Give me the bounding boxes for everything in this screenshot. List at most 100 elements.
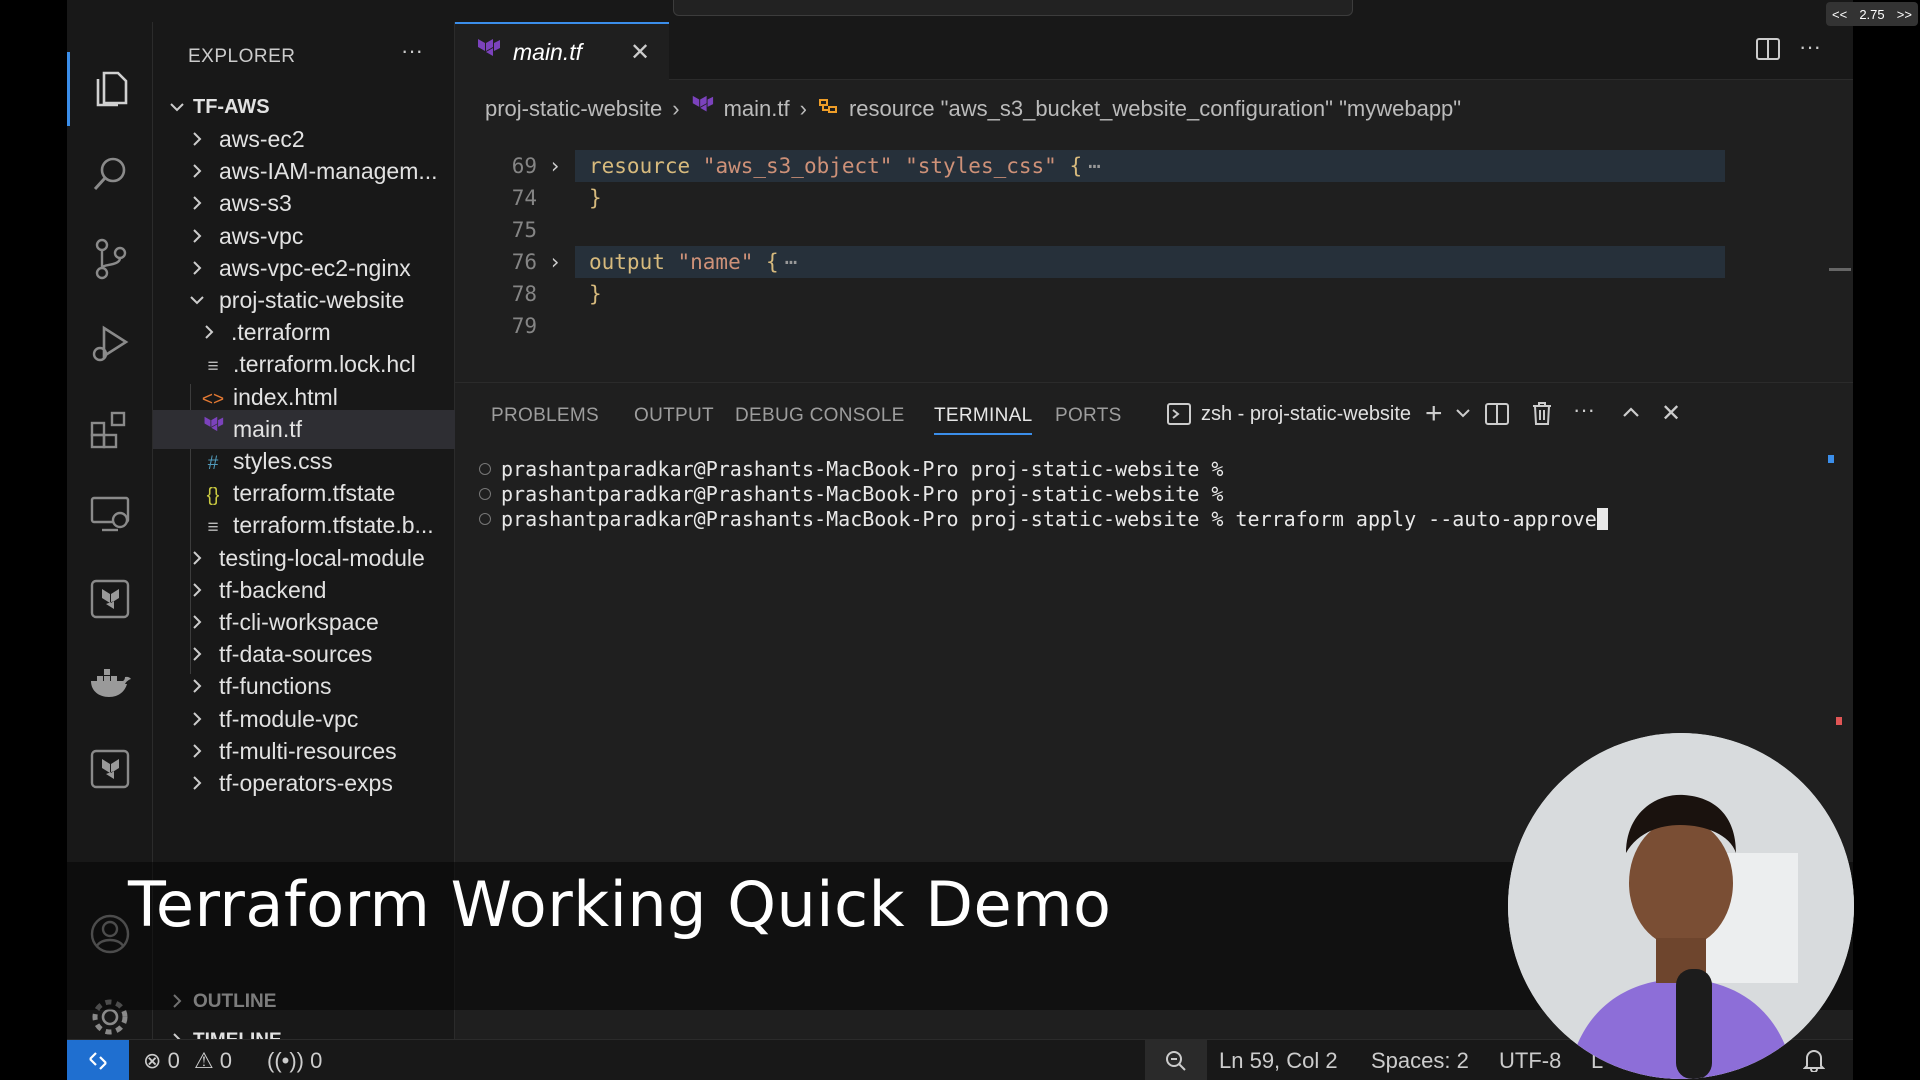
fold-chevron-icon[interactable]: › bbox=[537, 250, 573, 274]
source-control-icon[interactable] bbox=[67, 222, 153, 296]
explorer-icon[interactable] bbox=[67, 52, 153, 126]
command-decoration-icon bbox=[479, 488, 491, 500]
explorer-more-icon[interactable]: ··· bbox=[401, 38, 423, 64]
indentation[interactable]: Spaces: 2 bbox=[1371, 1048, 1469, 1074]
lines-file-icon: ≡ bbox=[207, 356, 219, 378]
chevron-down-icon bbox=[189, 287, 205, 314]
trash-icon[interactable] bbox=[1530, 400, 1554, 431]
tree-item-label: aws-IAM-managem... bbox=[219, 158, 438, 185]
tree-item-label: styles.css bbox=[233, 448, 333, 474]
problems-status[interactable]: ⊗ 0 ⚠ 0 bbox=[143, 1048, 232, 1074]
scroll-marker bbox=[1836, 717, 1842, 725]
tree-item-label: tf-operators-exps bbox=[219, 770, 393, 796]
ports-status[interactable]: ((•)) 0 bbox=[267, 1048, 322, 1074]
terminal-line[interactable]: prashantparadkar@Prashants-MacBook-Pro p… bbox=[479, 507, 1608, 531]
tree-item-label: testing-local-module bbox=[219, 544, 425, 571]
warning-icon: ⚠ bbox=[193, 1048, 214, 1073]
close-icon[interactable]: ✕ bbox=[630, 38, 650, 67]
split-editor-icon[interactable] bbox=[1755, 36, 1781, 67]
code-line[interactable]: 75 bbox=[455, 214, 1853, 246]
tab-ports[interactable]: PORTS bbox=[1055, 405, 1122, 427]
code-brace: { bbox=[766, 250, 779, 274]
chevron-right-icon bbox=[189, 706, 205, 733]
breadcrumb-symbol[interactable]: resource "aws_s3_bucket_website_configur… bbox=[849, 96, 1461, 122]
extensions-icon[interactable] bbox=[67, 392, 153, 466]
chevron-right-icon bbox=[189, 158, 205, 185]
encoding[interactable]: UTF-8 bbox=[1499, 1048, 1561, 1074]
line-number: 74 bbox=[511, 186, 537, 210]
editor-tab-bar: main.tf ✕ ··· bbox=[455, 22, 1853, 80]
run-debug-icon[interactable] bbox=[67, 307, 153, 381]
search-icon[interactable] bbox=[67, 137, 153, 211]
code-line[interactable]: 76 › output "name" {⋯ bbox=[455, 246, 1853, 278]
panel-more-icon[interactable]: ··· bbox=[1573, 397, 1595, 423]
tree-item-label: .terraform.lock.hcl bbox=[233, 351, 416, 378]
scroll-marker bbox=[1828, 455, 1834, 463]
chevron-up-icon[interactable] bbox=[1621, 403, 1641, 428]
terraform-file-icon bbox=[201, 415, 233, 443]
tab-problems[interactable]: PROBLEMS bbox=[491, 405, 599, 427]
tree-item-label: proj-static-website bbox=[219, 287, 405, 313]
terminal-line: prashantparadkar@Prashants-MacBook-Pro p… bbox=[479, 482, 1223, 506]
playback-speed-control[interactable]: << 2.75 >> bbox=[1826, 2, 1918, 26]
speed-down-button[interactable]: << bbox=[1832, 7, 1847, 22]
title-bar bbox=[67, 0, 1853, 22]
lines-file-icon: ≡ bbox=[207, 517, 219, 539]
zoom-icon[interactable] bbox=[1145, 1040, 1207, 1080]
code-text: "name" bbox=[664, 250, 767, 274]
tree-item-label: tf-multi-resources bbox=[219, 737, 397, 764]
terraform-icon[interactable] bbox=[67, 732, 153, 806]
terraform-cloud-icon[interactable] bbox=[67, 562, 153, 636]
editor-group: main.tf ✕ ··· proj-static-website › main… bbox=[455, 22, 1853, 382]
fold-chevron-icon[interactable]: › bbox=[537, 154, 573, 178]
chevron-right-icon bbox=[189, 738, 205, 765]
code-line[interactable]: 78} bbox=[455, 278, 1853, 310]
tree-item-label: tf-functions bbox=[219, 673, 332, 700]
split-terminal-icon[interactable] bbox=[1484, 401, 1510, 432]
chevron-down-icon[interactable] bbox=[1455, 405, 1471, 426]
speed-value: 2.75 bbox=[1859, 6, 1885, 22]
tree-item-label: aws-vpc-ec2-nginx bbox=[219, 254, 411, 281]
chevron-right-icon bbox=[189, 126, 205, 153]
chevron-right-icon bbox=[189, 190, 205, 217]
tree-folder[interactable]: tf-operators-exps bbox=[153, 764, 455, 803]
tree-item-label: aws-vpc bbox=[219, 222, 304, 249]
cursor-position[interactable]: Ln 59, Col 2 bbox=[1219, 1048, 1338, 1074]
code-line[interactable]: 74} bbox=[455, 182, 1853, 214]
notifications-bell-icon[interactable] bbox=[1802, 1048, 1826, 1078]
fold-ellipsis-icon[interactable]: ⋯ bbox=[785, 250, 798, 274]
code-line[interactable]: 79 bbox=[455, 310, 1853, 342]
terraform-file-icon bbox=[475, 37, 501, 68]
tab-label: main.tf bbox=[513, 38, 583, 65]
tab-terminal[interactable]: TERMINAL bbox=[934, 405, 1033, 435]
close-panel-icon[interactable]: ✕ bbox=[1661, 399, 1681, 428]
code-brace: } bbox=[589, 186, 602, 210]
tab-debug-console[interactable]: DEBUG CONSOLE bbox=[735, 405, 905, 427]
json-file-icon: {} bbox=[206, 485, 220, 507]
code-line[interactable]: 69 › resource "aws_s3_object" "styles_css"… bbox=[455, 150, 1853, 182]
command-center[interactable] bbox=[673, 0, 1353, 16]
breadcrumb-folder[interactable]: proj-static-website bbox=[485, 96, 662, 122]
tab-output[interactable]: OUTPUT bbox=[634, 405, 714, 427]
remote-explorer-icon[interactable] bbox=[67, 477, 153, 551]
remote-indicator-icon[interactable] bbox=[67, 1040, 129, 1080]
editor-more-icon[interactable]: ··· bbox=[1799, 34, 1821, 60]
chevron-right-icon bbox=[189, 770, 205, 797]
tree-item-label: main.tf bbox=[233, 415, 303, 442]
tab-main-tf[interactable]: main.tf ✕ bbox=[455, 22, 669, 80]
terminal-name[interactable]: zsh - proj-static-website bbox=[1201, 403, 1411, 426]
new-terminal-icon[interactable]: + bbox=[1425, 397, 1443, 431]
chevron-down-icon bbox=[169, 94, 185, 121]
command-decoration-icon bbox=[479, 513, 491, 525]
tree-item-label: .terraform bbox=[231, 319, 331, 346]
docker-icon[interactable] bbox=[67, 647, 153, 721]
tree-item-label: terraform.tfstate bbox=[233, 480, 396, 507]
tree-root-label: TF-AWS bbox=[193, 96, 270, 118]
code-keyword: output bbox=[589, 250, 665, 274]
speed-up-button[interactable]: >> bbox=[1897, 7, 1912, 22]
fold-ellipsis-icon[interactable]: ⋯ bbox=[1088, 154, 1101, 178]
terminal-line: prashantparadkar@Prashants-MacBook-Pro p… bbox=[479, 457, 1223, 481]
breadcrumb-file[interactable]: main.tf bbox=[724, 96, 790, 122]
chevron-right-icon bbox=[189, 545, 205, 572]
chevron-right-icon bbox=[189, 255, 205, 282]
